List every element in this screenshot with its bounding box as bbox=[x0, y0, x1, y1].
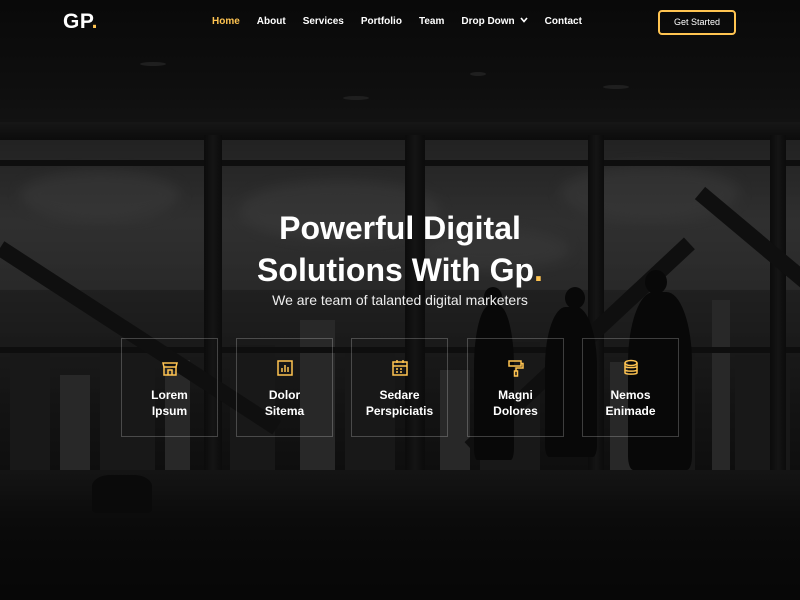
logo-dot: . bbox=[91, 10, 98, 33]
feature-label: Nemos Enimade bbox=[583, 387, 678, 419]
feature-label: Dolor Sitema bbox=[237, 387, 332, 419]
nav-item-portfolio[interactable]: Portfolio bbox=[361, 16, 402, 27]
feature-box-sedare-perspiciatis[interactable]: Sedare Perspiciatis bbox=[351, 338, 448, 437]
feature-boxes: Lorem Ipsum Dolor Sitema Sedare Perspici… bbox=[121, 338, 679, 437]
feature-box-magni-dolores[interactable]: Magni Dolores bbox=[467, 338, 564, 437]
calendar-icon bbox=[391, 359, 409, 377]
hero-title-line1: Powerful Digital bbox=[279, 210, 521, 246]
main-nav: Home About Services Portfolio Team Drop … bbox=[212, 16, 599, 27]
database-icon bbox=[622, 359, 640, 377]
feature-label-line2: Ipsum bbox=[151, 404, 188, 418]
feature-box-dolor-sitema[interactable]: Dolor Sitema bbox=[236, 338, 333, 437]
feature-label: Sedare Perspiciatis bbox=[352, 387, 447, 419]
feature-box-nemos-enimade[interactable]: Nemos Enimade bbox=[582, 338, 679, 437]
feature-label-line2: Enimade bbox=[605, 404, 656, 418]
feature-label-line2: Sitema bbox=[264, 404, 305, 418]
nav-item-dropdown[interactable]: Drop Down bbox=[461, 15, 528, 27]
bar-chart-icon bbox=[276, 359, 294, 377]
logo[interactable]: GP. bbox=[63, 10, 98, 34]
nav-item-home[interactable]: Home bbox=[212, 16, 240, 27]
hero-title-dot: . bbox=[534, 252, 543, 288]
feature-label-line2: Perspiciatis bbox=[365, 404, 434, 418]
feature-box-lorem-ipsum[interactable]: Lorem Ipsum bbox=[121, 338, 218, 437]
hero-title-line2: Solutions With Gp bbox=[257, 252, 535, 288]
feature-label-line1: Lorem bbox=[151, 388, 188, 402]
bag-silhouette bbox=[92, 475, 152, 513]
hero-title: Powerful Digital Solutions With Gp. bbox=[0, 207, 800, 291]
feature-label-line1: Sedare bbox=[379, 388, 420, 402]
feature-label-line2: Dolores bbox=[493, 404, 538, 418]
store-icon bbox=[161, 359, 179, 377]
site-header: GP. Home About Services Portfolio Team D… bbox=[0, 0, 800, 46]
logo-text: GP bbox=[63, 10, 92, 33]
nav-item-services[interactable]: Services bbox=[303, 16, 344, 27]
nav-item-about[interactable]: About bbox=[257, 16, 286, 27]
feature-label-line1: Magni bbox=[498, 388, 533, 402]
get-started-button[interactable]: Get Started bbox=[658, 10, 736, 35]
feature-label-line1: Nemos bbox=[610, 388, 651, 402]
feature-label-line1: Dolor bbox=[268, 388, 301, 402]
nav-item-dropdown-label: Drop Down bbox=[461, 16, 515, 27]
feature-label: Lorem Ipsum bbox=[122, 387, 217, 419]
hero-subtitle: We are team of talanted digital marketer… bbox=[272, 292, 528, 308]
chevron-down-icon bbox=[520, 15, 528, 25]
nav-item-contact[interactable]: Contact bbox=[545, 16, 582, 27]
paint-roller-icon bbox=[507, 359, 525, 377]
nav-item-team[interactable]: Team bbox=[419, 16, 444, 27]
feature-label: Magni Dolores bbox=[468, 387, 563, 419]
